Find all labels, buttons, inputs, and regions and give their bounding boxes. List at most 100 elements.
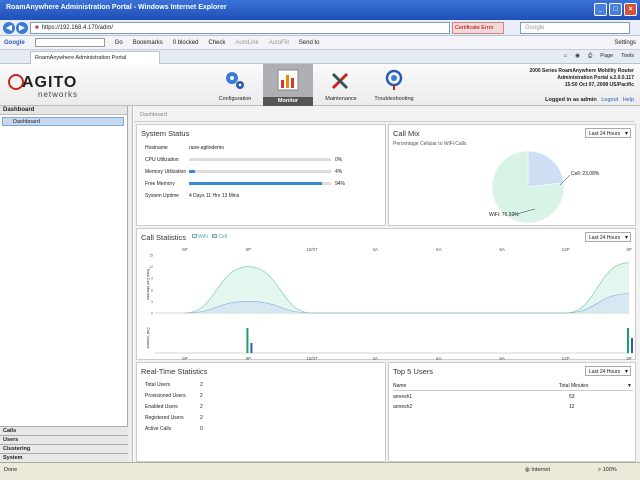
help-link[interactable]: Help: [623, 97, 634, 103]
browser-tab[interactable]: RoamAnywhere Administration Portal: [30, 51, 160, 64]
call-mix-title: Call Mix: [393, 129, 420, 138]
column-header-minutes[interactable]: Total Minutes: [559, 383, 588, 389]
sort-desc-icon[interactable]: ▼: [627, 383, 632, 389]
autolink-button[interactable]: AutoLink: [235, 40, 258, 46]
legend-cell: Cell: [218, 234, 228, 240]
nav-monitor[interactable]: Monitor: [263, 64, 313, 106]
memory-value: 4%: [335, 169, 343, 175]
free-memory-bar: [189, 182, 331, 185]
table-row[interactable]: annesh2 12: [393, 404, 633, 410]
bottom-tick-label: 3A: [373, 356, 379, 361]
dashboard-content: Dashboard System Status Hostname rane-ag…: [134, 106, 640, 462]
call-statistics-legend: WiFi Cell: [189, 234, 227, 240]
y-axis-label-volume: Call Volume: [146, 327, 151, 349]
zoom-level[interactable]: ⌕ 100%: [598, 467, 617, 474]
status-text: Done: [4, 467, 18, 473]
y-axis-label-minutes: Total Call Minutes: [146, 268, 151, 300]
feeds-icon[interactable]: ◉: [575, 53, 580, 60]
breadcrumb: Dashboard: [134, 110, 634, 122]
maximize-button[interactable]: □: [609, 3, 622, 16]
sidebar-section-clustering[interactable]: Clustering: [0, 444, 128, 453]
legend-wifi: WiFi: [198, 234, 208, 240]
command-bar: ⌂ ◉ ⎙ Page Tools: [564, 53, 634, 60]
logout-link[interactable]: Logout: [601, 97, 618, 103]
nav-configuration[interactable]: Configuration: [210, 64, 260, 106]
memory-label: Memory Utilization: [145, 169, 187, 175]
minimize-button[interactable]: _: [594, 3, 607, 16]
settings-button[interactable]: Settings: [614, 40, 636, 46]
toolbar-search-input[interactable]: [34, 38, 105, 47]
call-mix-subtitle: Percentage Cellular to WiFi Calls: [393, 141, 467, 147]
stethoscope-icon: [385, 69, 403, 90]
home-icon[interactable]: ⌂: [564, 53, 567, 60]
pie-slice-cell: [527, 150, 565, 188]
product-info: 2000 Series RoamAnywhere Mobility Router…: [529, 68, 634, 88]
top-tick-label: 6P: [182, 247, 188, 252]
bookmarks-button[interactable]: Bookmarks: [133, 40, 163, 46]
sidebar-splitter[interactable]: [128, 106, 133, 462]
table-row[interactable]: annesh1 53: [393, 394, 633, 400]
sidebar-item-dashboard[interactable]: Dashboard: [2, 117, 124, 126]
main-nav: Configuration Monitor Maintenance Troubl…: [210, 64, 422, 106]
y-tick-label: 3: [151, 300, 153, 304]
top-tick-label: 3P: [626, 247, 632, 252]
call-statistics-title: Call Statistics: [141, 233, 187, 242]
print-icon[interactable]: ⎙: [588, 53, 592, 60]
table-row: Registered Users 2: [145, 414, 203, 421]
free-memory-value: 94%: [335, 181, 346, 187]
autofill-button[interactable]: AutoFill: [269, 40, 289, 46]
hostname-label: Hostname: [145, 145, 168, 151]
app-header: AGITO networks Configuration Monitor Mai…: [0, 64, 640, 106]
forward-icon[interactable]: ▶: [16, 22, 28, 34]
realtime-statistics-title: Real-Time Statistics: [141, 367, 208, 376]
free-memory-label: Free Memory: [145, 181, 175, 187]
close-button[interactable]: ×: [624, 3, 637, 16]
column-header-name[interactable]: Name: [393, 383, 406, 389]
pie-label-cell: Cell: 23.08%: [571, 171, 600, 177]
tab-bar: RoamAnywhere Administration Portal ⌂ ◉ ⎙…: [0, 50, 640, 64]
y-tick-label: 0: [151, 312, 153, 316]
table-row: Provisioned Users 2: [145, 392, 203, 399]
bottom-tick-label: 9P: [246, 356, 252, 361]
certificate-error-button[interactable]: Certificate Error: [452, 22, 504, 34]
tools-menu[interactable]: Tools: [621, 53, 634, 60]
sidebar: Dashboard Dashboard Calls Users Clusteri…: [0, 106, 128, 462]
sidebar-section-system[interactable]: System: [0, 453, 128, 462]
legend-swatch-wifi: [192, 234, 197, 238]
call-mix-range-select[interactable]: Last 24 Hours: [585, 128, 631, 138]
page-menu[interactable]: Page: [600, 53, 613, 60]
call-mix-panel: Call Mix Percentage Cellular to WiFi Cal…: [388, 124, 636, 226]
sidebar-header: Dashboard: [0, 106, 127, 115]
nav-troubleshooting[interactable]: Troubleshooting: [369, 64, 419, 106]
top-tick-label: 10/07: [306, 247, 318, 252]
top-users-range-select[interactable]: Last 24 Hours: [585, 366, 631, 376]
top-users-panel: Top 5 Users Last 24 Hours Name Total Min…: [388, 362, 636, 462]
popup-blocker[interactable]: 0 blocked: [173, 40, 199, 46]
url-input[interactable]: ■ https://192.168.4.170/adm/: [30, 22, 450, 34]
bottom-tick-label: 10/07: [306, 356, 318, 361]
sendto-button[interactable]: Send to: [299, 40, 320, 46]
window-controls: _ □ ×: [594, 3, 637, 16]
lock-icon: ■: [35, 25, 39, 31]
system-status-panel: System Status Hostname rane-agitodemo CP…: [136, 124, 386, 226]
top-tick-label: 3A: [373, 247, 379, 252]
bottom-tick-label: 6P: [182, 356, 188, 361]
table-row: Total Users 2: [145, 381, 203, 388]
google-toolbar: Google Go Bookmarks 0 blocked Check Auto…: [0, 36, 640, 50]
search-input[interactable]: Google: [520, 22, 630, 34]
go-button[interactable]: Go: [115, 40, 123, 46]
sidebar-section-calls[interactable]: Calls: [0, 426, 128, 435]
y-tick-label: 15: [149, 254, 153, 258]
call-statistics-range-select[interactable]: Last 24 Hours: [585, 232, 631, 242]
check-button[interactable]: Check: [208, 40, 225, 46]
realtime-statistics-table: Total Users 2 Provisioned Users 2 Enabled …: [145, 379, 211, 434]
bar-wifi: [246, 328, 249, 353]
table-row: Active Calls 0: [145, 425, 203, 432]
bottom-tick-label: 3P: [626, 356, 632, 361]
sidebar-section-users[interactable]: Users: [0, 435, 128, 444]
hostname-value: rane-agitodemo: [189, 145, 225, 151]
call-statistics-chart: 6P 9P 10/07 3A 6A 9A 12P 3P03691215Total Call M…: [146, 247, 633, 361]
legend-swatch-cell: [212, 234, 218, 238]
nav-maintenance[interactable]: Maintenance: [316, 64, 366, 106]
back-icon[interactable]: ◀: [3, 22, 15, 34]
